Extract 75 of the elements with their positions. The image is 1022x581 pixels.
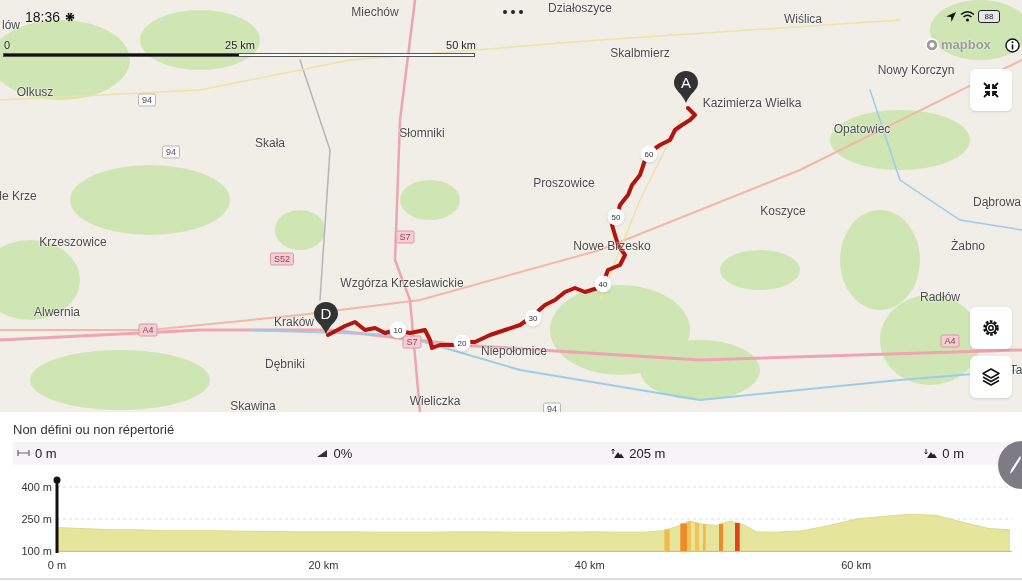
- x-tick-label: 0 m: [47, 559, 67, 571]
- mapbox-logo: mapbox: [941, 38, 991, 52]
- place-label: Dębniki: [265, 357, 305, 371]
- map-pin: A: [674, 71, 698, 103]
- stat-value: 0%: [333, 446, 353, 461]
- route-marker: 30: [524, 309, 542, 327]
- place-label: Krzeszowice: [39, 235, 107, 249]
- scale-label: 50 km: [446, 39, 476, 52]
- place-label: Proszowice: [533, 176, 595, 190]
- place-label: Skalbmierz: [610, 46, 670, 60]
- place-label: Kazimierza Wielka: [702, 96, 802, 110]
- y-tick-label: 400 m: [21, 481, 52, 493]
- place-label: Skawina: [230, 399, 276, 412]
- place-label: Słomniki: [399, 126, 445, 140]
- settings-button[interactable]: [970, 307, 1012, 349]
- x-tick-label: 20 km: [308, 559, 339, 571]
- place-label: Wzgórza Krzesławickie: [340, 276, 464, 290]
- place-label: Radłów: [920, 290, 960, 304]
- road-shield: A4: [138, 323, 158, 337]
- road-shield: S7: [402, 335, 422, 349]
- place-label: Skała: [255, 136, 285, 150]
- location-arrow-icon: [945, 11, 957, 23]
- scale-label: 0: [4, 39, 11, 52]
- pencil-icon: [1008, 455, 1022, 475]
- road-shield: 94: [138, 93, 156, 107]
- place-label: Niepołomice: [481, 344, 547, 358]
- mapbox-logo-icon: [925, 38, 939, 52]
- place-label: Żabno: [951, 239, 985, 253]
- route-marker: 60: [640, 145, 658, 163]
- more-icon: [502, 9, 524, 15]
- y-tick-label: 250 m: [21, 513, 52, 525]
- layers-button[interactable]: [970, 356, 1012, 398]
- place-label: Nowy Korczyn: [877, 63, 955, 77]
- info-icon: [1005, 38, 1020, 53]
- place-label: le Krze: [0, 189, 37, 203]
- descent-icon: [924, 448, 939, 459]
- place-label: Wiślica: [784, 12, 822, 26]
- place-label: Alwernia: [34, 305, 80, 319]
- stat-value: 0 m: [35, 446, 57, 461]
- place-label: Kraków: [274, 315, 314, 329]
- battery-indicator: 88: [978, 10, 1000, 23]
- place-label: Koszyce: [760, 204, 806, 218]
- place-label: Olkusz: [16, 85, 54, 99]
- settings-icon: [65, 12, 75, 22]
- wifi-icon: [960, 10, 975, 22]
- collapse-icon: [981, 80, 1001, 100]
- road-shield: 94: [162, 145, 180, 159]
- place-label: Opatowiec: [833, 122, 891, 136]
- distance-icon: [17, 448, 31, 459]
- road-shield: S52: [270, 252, 294, 266]
- place-label: Miechów: [351, 5, 399, 19]
- place-label: Działoszyce: [548, 1, 612, 15]
- ascent-icon: [611, 448, 626, 459]
- y-tick-label: 100 m: [21, 545, 52, 557]
- layers-icon: [981, 367, 1001, 387]
- collapse-button[interactable]: [970, 69, 1012, 111]
- route-marker: 20: [453, 334, 471, 352]
- stat-value: 205 m: [629, 446, 666, 461]
- position-cursor[interactable]: [53, 476, 61, 553]
- stat-value: 0 m: [942, 446, 964, 461]
- route-marker: 10: [389, 321, 407, 339]
- road-shield: S7: [395, 230, 415, 244]
- route-marker: 50: [607, 208, 625, 226]
- scale-label: 25 km: [225, 39, 255, 52]
- settings-icon: [981, 318, 1001, 338]
- place-label: Dąbrowa: [973, 195, 1021, 209]
- map-pin: D: [314, 302, 338, 334]
- panel-title: Non défini ou non répertorié: [12, 421, 176, 439]
- grade-icon: [315, 448, 330, 459]
- x-tick-label: 60 km: [841, 559, 872, 571]
- x-tick-label: 40 km: [574, 559, 605, 571]
- status-time: 18:36: [25, 9, 61, 25]
- place-label: lów: [2, 18, 20, 32]
- place-label: Wieliczka: [409, 394, 461, 408]
- road-shield: A4: [940, 334, 960, 348]
